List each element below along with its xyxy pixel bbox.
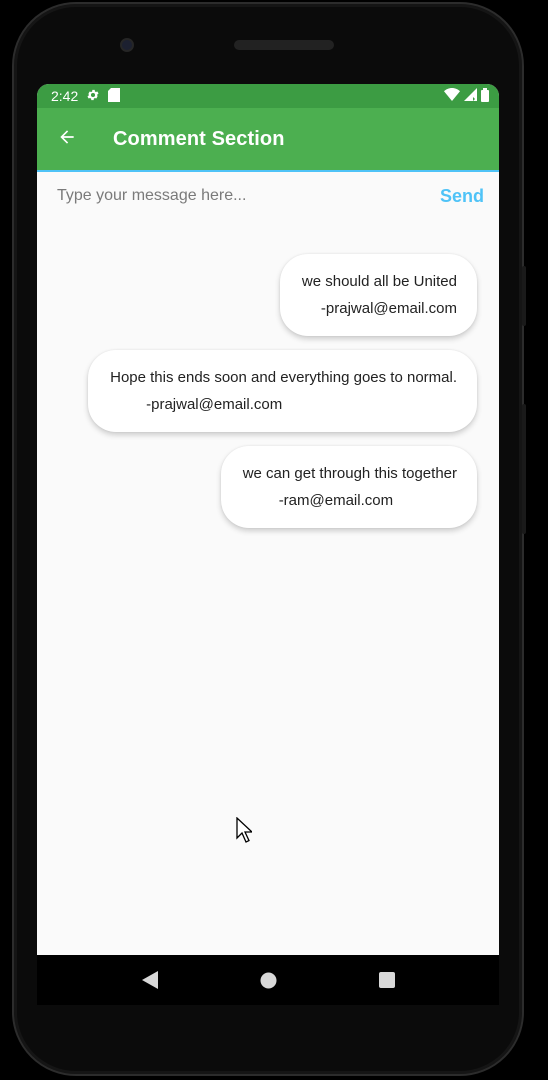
back-button[interactable] bbox=[37, 108, 97, 170]
wifi-icon bbox=[444, 88, 460, 104]
signal-icon bbox=[464, 88, 477, 104]
message-composer: Send bbox=[37, 172, 499, 220]
comment-bubble: Hope this ends soon and everything goes … bbox=[88, 350, 477, 432]
front-camera bbox=[120, 38, 134, 52]
back-triangle-icon[interactable] bbox=[141, 971, 158, 989]
status-bar: 2:42 bbox=[37, 84, 499, 108]
comment-author: -ram@email.com bbox=[278, 492, 394, 509]
comment-text: we should all be United bbox=[301, 273, 457, 290]
page-title: Comment Section bbox=[113, 127, 285, 150]
earpiece-speaker bbox=[234, 40, 334, 50]
settings-icon bbox=[86, 88, 100, 105]
comment-bubble: we can get through this together -ram@em… bbox=[220, 446, 477, 528]
comment-author: -prajwal@email.com bbox=[320, 300, 457, 317]
volume-button bbox=[522, 266, 526, 326]
battery-icon bbox=[481, 87, 489, 105]
app-bar: Comment Section bbox=[37, 108, 499, 170]
app-screen: 2:42 Comment Section Type your message h… bbox=[37, 84, 499, 955]
status-time: 2:42 bbox=[51, 88, 79, 104]
sd-card-icon bbox=[108, 87, 121, 105]
comment-text: we can get through this together bbox=[242, 465, 457, 482]
power-button bbox=[522, 404, 526, 534]
home-circle-icon[interactable] bbox=[260, 972, 277, 989]
send-button[interactable]: Send bbox=[440, 186, 484, 207]
comment-text: Hope this ends soon and everything goes … bbox=[110, 369, 457, 386]
mouse-pointer-icon bbox=[236, 816, 254, 848]
comment-bubble: we should all be United -prajwal@email.c… bbox=[279, 254, 477, 336]
message-input[interactable] bbox=[37, 176, 440, 216]
comment-author: -prajwal@email.com bbox=[146, 396, 283, 413]
system-nav-bar bbox=[37, 955, 499, 1005]
recents-square-icon[interactable] bbox=[378, 972, 395, 988]
arrow-back-icon bbox=[57, 127, 77, 152]
